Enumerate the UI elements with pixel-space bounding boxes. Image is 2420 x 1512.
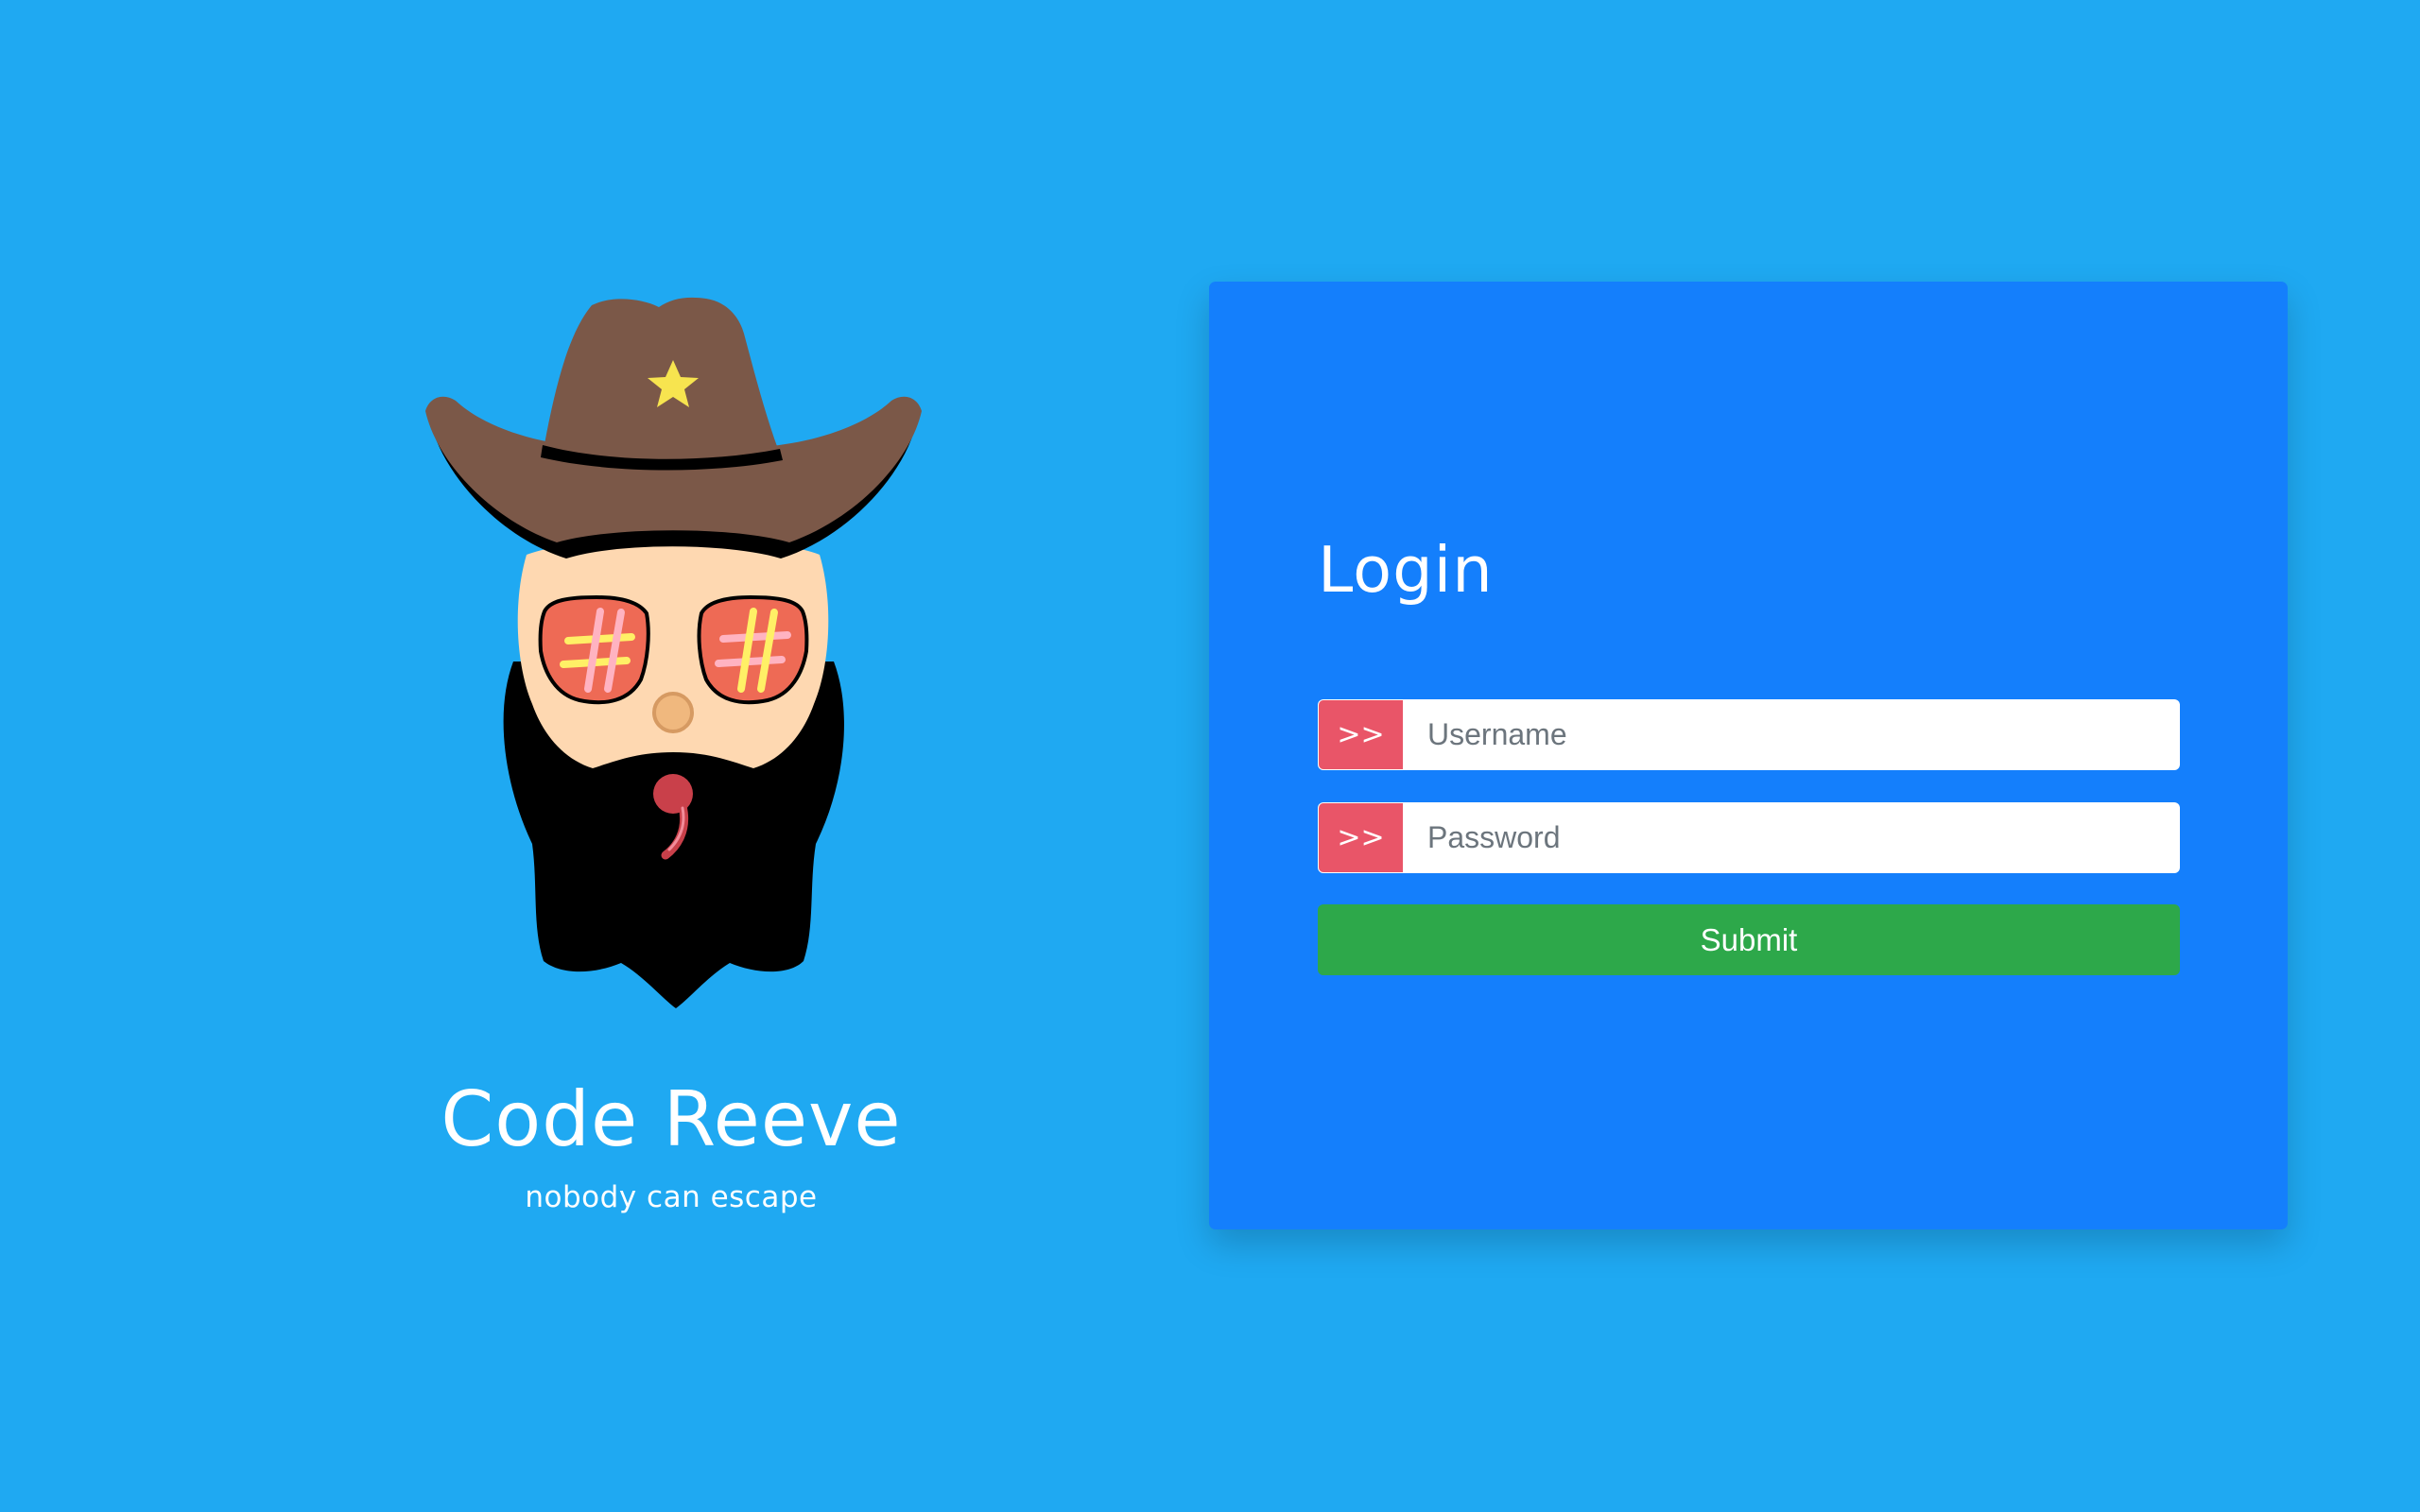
password-input[interactable]	[1403, 803, 2179, 872]
password-prefix: >>	[1319, 803, 1403, 872]
sheriff-mascot-icon	[425, 297, 922, 1008]
submit-button[interactable]: Submit	[1318, 904, 2180, 975]
username-input[interactable]	[1403, 700, 2179, 769]
password-input-group: >>	[1318, 802, 2180, 873]
brand-title: Code Reeve	[441, 1075, 902, 1163]
username-prefix: >>	[1319, 700, 1403, 769]
brand-tagline: nobody can escape	[525, 1180, 818, 1214]
login-title: Login	[1318, 533, 1494, 607]
username-input-group: >>	[1318, 699, 2180, 770]
brand-panel: Code Reeve nobody can escape	[0, 0, 1342, 1512]
login-card: Login >> >> Submit	[1209, 282, 2288, 1229]
